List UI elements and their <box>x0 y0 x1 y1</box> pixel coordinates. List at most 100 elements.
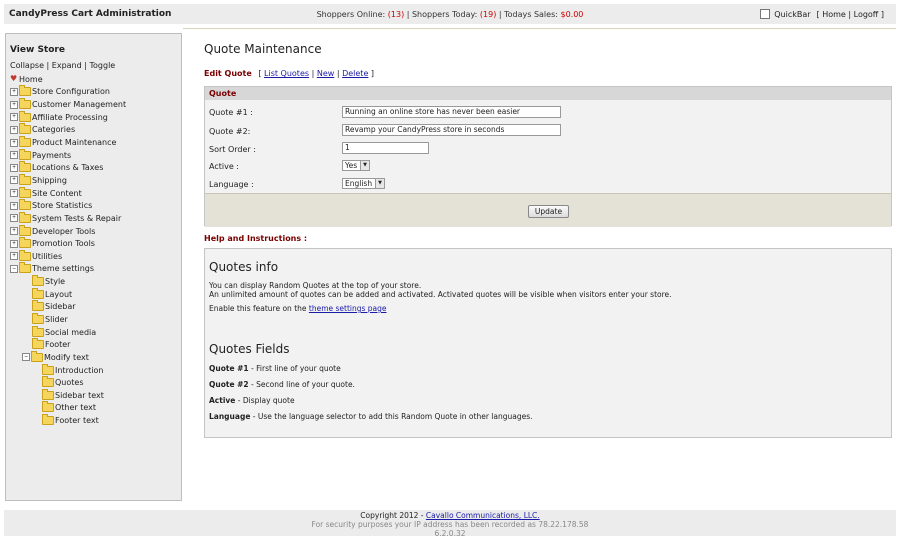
delete-quote-link[interactable]: Delete <box>342 69 368 78</box>
update-button[interactable]: Update <box>528 205 569 218</box>
expand-icon[interactable]: + <box>10 252 18 261</box>
sidebar-item-developer-tools[interactable]: + Developer Tools <box>10 224 126 238</box>
home-link[interactable]: Home <box>822 10 846 19</box>
expand-icon[interactable]: + <box>10 163 18 172</box>
expand-icon[interactable]: + <box>10 214 18 223</box>
sidebar-item-promotion-tools[interactable]: + Promotion Tools <box>10 237 126 250</box>
shoppers-online-label: Shoppers Online: <box>316 10 386 19</box>
folder-icon <box>19 98 31 110</box>
sidebar-item-sidebar[interactable]: Sidebar <box>10 300 126 314</box>
help-title: Help and Instructions : <box>204 234 308 243</box>
company-link[interactable]: Cavallo Communications, LLC. <box>426 511 540 520</box>
folder-icon <box>32 338 44 350</box>
expand-icon[interactable]: + <box>10 176 18 185</box>
shoppers-online-value: (13) <box>387 10 405 19</box>
tree-home[interactable]: ♥ Home <box>10 73 126 86</box>
collapse-icon[interactable]: − <box>22 353 30 362</box>
sidebar-item-modify-text[interactable]: − Modify text <box>10 350 126 364</box>
sidebar-item-store-configuration[interactable]: + Store Configuration <box>10 85 126 99</box>
expand-icon[interactable]: + <box>10 138 18 147</box>
list-quotes-link[interactable]: List Quotes <box>264 69 309 78</box>
quote1-help: Quote #1 - First line of your quote <box>209 364 341 373</box>
sort-order-input[interactable]: 1 <box>342 142 429 154</box>
quickbar-checkbox[interactable] <box>760 9 771 19</box>
sidebar-item-store-statistics[interactable]: + Store Statistics <box>10 199 126 212</box>
folder-icon <box>42 376 54 388</box>
shoppers-today-value: (19) <box>479 10 497 19</box>
folder-icon <box>19 148 31 160</box>
toggle-link[interactable]: Toggle <box>89 61 115 70</box>
language-label: Language : <box>209 180 254 189</box>
form-actions: Update <box>205 193 891 227</box>
folder-icon <box>32 300 44 312</box>
collapse-icon[interactable]: − <box>10 264 18 273</box>
view-store-link[interactable]: View Store <box>10 45 65 55</box>
sidebar-item-footer-text[interactable]: Footer text <box>10 414 126 427</box>
sidebar-item-social-media[interactable]: Social media <box>10 325 126 339</box>
quote1-input[interactable]: Running an online store has never been e… <box>342 106 561 118</box>
sidebar-item-layout[interactable]: Layout <box>10 287 126 301</box>
folder-icon <box>32 275 44 287</box>
sidebar-item-locations-taxes[interactable]: + Locations & Taxes <box>10 161 126 174</box>
active-select[interactable]: Yes ▼ <box>342 160 371 171</box>
tree-controls: Collapse | Expand | Toggle <box>10 61 116 70</box>
folder-icon <box>19 136 31 148</box>
sidebar: View Store Collapse | Expand | Toggle ♥ … <box>5 33 182 501</box>
sidebar-item-customer-management[interactable]: + Customer Management <box>10 98 126 111</box>
sidebar-item-site-content[interactable]: + Site Content <box>10 186 126 200</box>
folder-icon <box>32 312 44 324</box>
expand-icon[interactable]: + <box>10 113 18 122</box>
expand-link[interactable]: Expand <box>52 61 82 70</box>
folder-icon <box>19 161 31 173</box>
folder-icon <box>42 388 54 400</box>
logoff-link[interactable]: Logoff <box>854 10 879 19</box>
sidebar-item-payments[interactable]: + Payments <box>10 148 126 162</box>
sidebar-item-slider[interactable]: Slider <box>10 312 126 326</box>
sidebar-item-other-text[interactable]: Other text <box>10 401 126 415</box>
expand-icon[interactable]: + <box>10 125 18 134</box>
folder-icon <box>42 363 54 375</box>
collapse-link[interactable]: Collapse <box>10 61 44 70</box>
folder-icon <box>32 325 44 337</box>
sidebar-item-theme-settings[interactable]: − Theme settings <box>10 262 126 276</box>
expand-icon[interactable]: + <box>10 151 18 160</box>
sidebar-item-footer[interactable]: Footer <box>10 338 126 351</box>
panel-title: Quote <box>205 87 891 100</box>
quote2-input[interactable]: Revamp your CandyPress store in seconds <box>342 124 561 136</box>
sidebar-item-introduction[interactable]: Introduction <box>10 363 126 377</box>
folder-icon <box>19 85 31 97</box>
expand-icon[interactable]: + <box>10 201 18 210</box>
todays-sales-value: $0.00 <box>560 10 584 19</box>
sidebar-item-system-tests-repair[interactable]: + System Tests & Repair <box>10 211 126 225</box>
sidebar-item-quotes[interactable]: Quotes <box>10 376 126 389</box>
expand-icon[interactable]: + <box>10 227 18 235</box>
sidebar-item-utilities[interactable]: + Utilities <box>10 249 126 263</box>
sidebar-item-shipping[interactable]: + Shipping <box>10 173 126 187</box>
sidebar-item-sidebar-text[interactable]: Sidebar text <box>10 388 126 402</box>
quote2-help: Quote #2 - Second line of your quote. <box>209 380 355 389</box>
folder-icon <box>19 186 31 198</box>
security-note: For security purposes your IP address ha… <box>311 520 589 529</box>
folder-icon <box>19 123 31 135</box>
language-select[interactable]: English ▼ <box>342 178 386 189</box>
sort-order-label: Sort Order : <box>209 145 256 154</box>
copyright-line: Copyright 2012 - Cavallo Communications,… <box>360 511 540 520</box>
expand-icon[interactable]: + <box>10 100 18 109</box>
new-quote-link[interactable]: New <box>317 69 334 78</box>
sidebar-item-categories[interactable]: + Categories <box>10 123 126 137</box>
expand-icon[interactable]: + <box>10 189 18 198</box>
expand-icon[interactable]: + <box>10 239 18 248</box>
active-label: Active : <box>209 162 239 171</box>
quotes-fields-heading: Quotes Fields <box>209 342 290 356</box>
sidebar-item-product-maintenance[interactable]: + Product Maintenance <box>10 136 126 149</box>
version-text: 6.2.0.32 <box>434 529 466 538</box>
sidebar-item-style[interactable]: Style <box>10 275 126 288</box>
quote1-label: Quote #1 : <box>209 108 253 117</box>
edit-quote-label: Edit Quote <box>204 69 252 78</box>
theme-settings-link[interactable]: theme settings page <box>309 304 387 313</box>
sidebar-item-affiliate-processing[interactable]: + Affiliate Processing <box>10 110 126 124</box>
expand-icon[interactable]: + <box>10 87 18 96</box>
folder-icon <box>19 173 31 185</box>
language-help: Language - Use the language selector to … <box>209 412 533 421</box>
folder-icon <box>19 224 31 236</box>
